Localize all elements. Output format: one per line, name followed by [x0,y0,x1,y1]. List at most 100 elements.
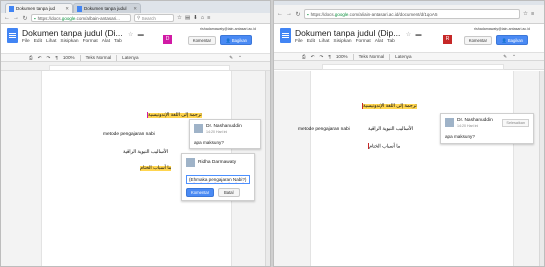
ruler[interactable] [274,61,544,70]
lock-icon: ▪ [307,11,309,17]
tab-active[interactable]: Dokumen tanpa jud ✕ [5,3,73,13]
forward-icon[interactable]: → [13,15,19,21]
menu-bar: File Edit Lihat Sisipkan Format Alat Tab [295,39,395,44]
menu-file[interactable]: File [22,39,30,44]
menu-format[interactable]: Format [356,39,371,44]
document-title[interactable]: Dokumen tanpa judul (Di... ☆ ▬ [22,28,144,38]
star-icon[interactable]: ☆ [177,15,182,21]
collapse-icon[interactable]: ⌃ [512,54,516,60]
search-input[interactable]: ⚲ Search [134,14,174,22]
comments-button[interactable]: Komentar [463,36,492,45]
undo-icon[interactable]: ↶ [311,54,315,60]
url-input[interactable]: ▪ https://docs. google .com/a/bain-antasar… [31,14,131,22]
share-button[interactable]: 👤 Bagikan [220,35,252,45]
close-tab-icon[interactable]: ✕ [133,6,137,12]
divider [79,54,81,61]
star-icon[interactable]: ☆ [128,32,133,38]
title-text: Dokumen tanpa judul (Di... [22,28,123,38]
home-icon[interactable]: ⌂ [201,15,204,21]
docs-header: Dokumen tanpa judul (Di... ☆ ▬ File Edit… [1,24,270,62]
scrollbar[interactable] [265,71,270,266]
collapse-icon[interactable]: ⌃ [238,55,242,61]
comment-card[interactable]: Dr. Nashanuddin 14:20 Hari ini apa maksu… [189,119,261,149]
collaborator-avatar[interactable]: D [163,35,172,44]
pencil-icon[interactable]: ✎ [229,55,233,61]
menu-table[interactable]: Tab [114,39,122,44]
docs-logo-icon[interactable] [280,28,291,43]
redo-icon[interactable]: ↷ [47,55,51,61]
paint-format-icon[interactable]: ¶ [55,55,57,60]
reply-input[interactable]: (Ehmaka pengajaran Nabi?) [186,175,250,184]
undo-icon[interactable]: ↶ [38,55,42,61]
account-email[interactable]: rishadamawaty@iain-antasari.ac.id [200,27,256,31]
folder-icon[interactable]: ▬ [138,32,144,38]
reload-icon[interactable]: ↻ [295,11,301,18]
font-select[interactable]: Latenya [122,55,138,60]
star-icon[interactable]: ☆ [406,32,411,38]
pencil-icon[interactable]: ✎ [503,54,507,60]
paint-format-icon[interactable]: ¶ [328,54,330,59]
collaborator-avatar[interactable]: R [443,35,452,44]
reply-comment-box[interactable]: Ridha Darmawaty (Ehmaka pengajaran Nabi?… [181,153,255,201]
menu-table[interactable]: Tab [387,39,395,44]
comment-submit-button[interactable]: Komentar [186,188,215,197]
menu-edit[interactable]: Edit [307,39,315,44]
share-label: Bagikan [231,38,247,43]
comment-text: apa maksuny? [445,134,475,139]
account-email[interactable]: rishadamawaty@iain-antasari.ac.id [474,27,530,31]
ruler[interactable] [1,62,270,71]
document-canvas: ترجمة إلى اللغة الإندونيسية metode penga… [274,71,544,266]
divider [116,54,118,61]
tab-inactive[interactable]: Dokumen tanpa judul ✕ [73,3,141,13]
url-input[interactable]: ▪ https://docs. google .com/a/iain-antasar… [304,9,520,19]
style-select[interactable]: Teks Normal [86,55,112,60]
arabic-text-1: ترجمة إلى اللغة الإندونيسية [363,104,417,110]
address-bar-row: ← → ↻ ▪ https://docs. google .com/a/bain-a… [1,13,270,24]
print-icon[interactable]: ⎙ [302,54,306,59]
document-page[interactable] [310,71,514,266]
tab-label: Dokumen tanpa judul [84,6,127,11]
latin-line: metode pengajaran nabi [103,132,155,137]
close-tab-icon[interactable]: ✕ [65,6,69,12]
star-icon[interactable]: ☆ [523,11,528,17]
back-icon[interactable]: ← [4,15,10,21]
share-button[interactable]: 👤 Bagikan [496,35,528,45]
zoom-select[interactable]: 100% [63,55,75,60]
menu-tools[interactable]: Alat [102,39,110,44]
menu-insert[interactable]: Sisipkan [60,39,78,44]
menu-view[interactable]: Lihat [319,39,329,44]
comment-author: Dr. Nashanuddin [457,118,493,123]
share-label: Bagikan [507,38,523,43]
download-icon[interactable]: ⬇ [193,15,198,21]
back-icon[interactable]: ← [277,11,283,17]
docs-logo-icon[interactable] [7,28,18,43]
menu-icon[interactable]: ≡ [207,15,210,21]
document-title[interactable]: Dokumen tanpa judul (Dip... ☆ ▬ [295,28,422,38]
zoom-select[interactable]: 100% [336,54,348,59]
folder-icon[interactable]: ▬ [416,32,422,38]
style-select[interactable]: Teks Normal [359,54,385,59]
menu-icon[interactable]: ≡ [531,11,534,17]
font-select[interactable]: Latenya [395,54,411,59]
bookmarks-icon[interactable]: ▤ [185,15,190,21]
menu-tools[interactable]: Alat [375,39,383,44]
redo-icon[interactable]: ↷ [320,54,324,60]
avatar [445,118,454,127]
menu-file[interactable]: File [295,39,303,44]
comments-button[interactable]: Komentar [187,36,216,45]
menu-bar: File Edit Lihat Sisipkan Format Alat Tab [22,39,122,44]
address-bar-row: ← → ↻ ▪ https://docs. google .com/a/iain-a… [274,5,544,24]
cancel-button[interactable]: Batal [218,188,240,197]
resolve-button[interactable]: Selesaikan [502,119,529,127]
print-icon[interactable]: ⎙ [29,55,33,60]
reload-icon[interactable]: ↻ [22,15,28,22]
menu-view[interactable]: Lihat [46,39,56,44]
menu-insert[interactable]: Sisipkan [333,39,351,44]
url-rest: .com/a/bain-antasari... [75,15,120,21]
comment-card[interactable]: Dr. Nashanuddin 14:20 Hari ini Selesaika… [440,113,534,144]
menu-edit[interactable]: Edit [34,39,42,44]
scrollbar[interactable] [539,71,544,266]
forward-icon[interactable]: → [286,11,292,17]
arabic-text-1: ترجمة إلى اللغة الإندونيسية [148,113,202,119]
menu-format[interactable]: Format [83,39,98,44]
